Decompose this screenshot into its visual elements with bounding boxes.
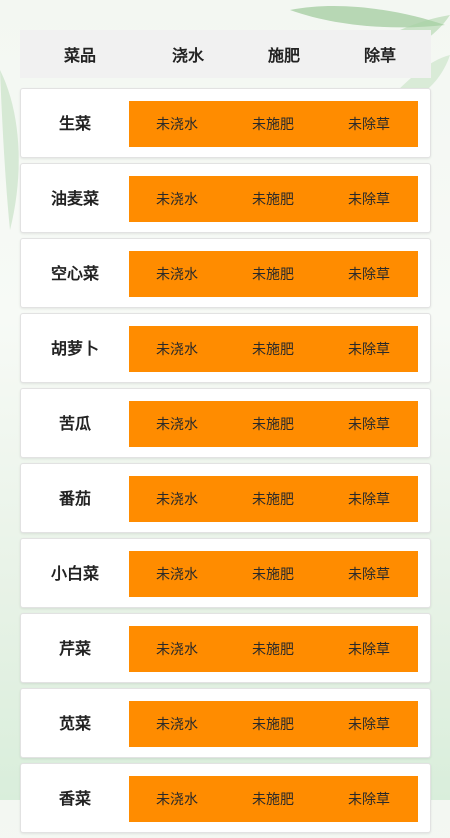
vegetable-name: 胡萝卜 [50, 339, 99, 358]
status-bar: 未浇水 未施肥 未除草 [129, 776, 418, 822]
fertilize-status[interactable]: 未施肥 [225, 489, 321, 509]
water-status[interactable]: 未浇水 [129, 639, 225, 659]
vegetable-name: 芹菜 [58, 639, 91, 658]
vegetable-name: 空心菜 [50, 264, 99, 283]
weed-status[interactable]: 未除草 [321, 114, 417, 134]
weed-status[interactable]: 未除草 [321, 414, 417, 434]
status-bar: 未浇水 未施肥 未除草 [129, 626, 418, 672]
header-water: 浇水 [171, 46, 204, 65]
vegetable-list: 生菜 未浇水 未施肥 未除草 油麦菜 未浇水 未施肥 未除草 空心菜 未浇水 未施肥 未除草 胡萝卜 未浇… [20, 88, 431, 838]
status-bar: 未浇水 未施肥 未除草 [129, 701, 418, 747]
water-status[interactable]: 未浇水 [129, 339, 225, 359]
fertilize-status[interactable]: 未施肥 [225, 714, 321, 734]
water-status[interactable]: 未浇水 [129, 714, 225, 734]
table-row[interactable]: 空心菜 未浇水 未施肥 未除草 [20, 238, 431, 308]
vegetable-name: 生菜 [58, 114, 91, 133]
vegetable-name: 苦瓜 [58, 414, 91, 433]
table-row[interactable]: 油麦菜 未浇水 未施肥 未除草 [20, 163, 431, 233]
weed-status[interactable]: 未除草 [321, 789, 417, 809]
header-vegetable: 菜品 [63, 46, 96, 65]
status-bar: 未浇水 未施肥 未除草 [129, 101, 418, 147]
water-status[interactable]: 未浇水 [129, 489, 225, 509]
table-row[interactable]: 苋菜 未浇水 未施肥 未除草 [20, 688, 431, 758]
table-row[interactable]: 胡萝卜 未浇水 未施肥 未除草 [20, 313, 431, 383]
vegetable-name: 番茄 [58, 489, 91, 508]
table-row[interactable]: 芹菜 未浇水 未施肥 未除草 [20, 613, 431, 683]
weed-status[interactable]: 未除草 [321, 714, 417, 734]
weed-status[interactable]: 未除草 [321, 639, 417, 659]
vegetable-name: 苋菜 [58, 714, 91, 733]
fertilize-status[interactable]: 未施肥 [225, 564, 321, 584]
status-bar: 未浇水 未施肥 未除草 [129, 476, 418, 522]
water-status[interactable]: 未浇水 [129, 114, 225, 134]
fertilize-status[interactable]: 未施肥 [225, 114, 321, 134]
table-row[interactable]: 小白菜 未浇水 未施肥 未除草 [20, 538, 431, 608]
weed-status[interactable]: 未除草 [321, 264, 417, 284]
fertilize-status[interactable]: 未施肥 [225, 639, 321, 659]
vegetable-name: 香菜 [58, 789, 91, 808]
water-status[interactable]: 未浇水 [129, 264, 225, 284]
water-status[interactable]: 未浇水 [129, 789, 225, 809]
table-row[interactable]: 番茄 未浇水 未施肥 未除草 [20, 463, 431, 533]
vegetable-name: 小白菜 [50, 564, 99, 583]
water-status[interactable]: 未浇水 [129, 189, 225, 209]
table-row[interactable]: 生菜 未浇水 未施肥 未除草 [20, 88, 431, 158]
header-fertilize: 施肥 [267, 46, 300, 65]
fertilize-status[interactable]: 未施肥 [225, 264, 321, 284]
status-bar: 未浇水 未施肥 未除草 [129, 401, 418, 447]
fertilize-status[interactable]: 未施肥 [225, 189, 321, 209]
status-bar: 未浇水 未施肥 未除草 [129, 176, 418, 222]
weed-status[interactable]: 未除草 [321, 489, 417, 509]
fertilize-status[interactable]: 未施肥 [225, 339, 321, 359]
table-row[interactable]: 香菜 未浇水 未施肥 未除草 [20, 763, 431, 833]
table-header: 菜品 浇水 施肥 除草 [20, 30, 431, 78]
fertilize-status[interactable]: 未施肥 [225, 414, 321, 434]
status-bar: 未浇水 未施肥 未除草 [129, 326, 418, 372]
status-bar: 未浇水 未施肥 未除草 [129, 551, 418, 597]
weed-status[interactable]: 未除草 [321, 564, 417, 584]
fertilize-status[interactable]: 未施肥 [225, 789, 321, 809]
weed-status[interactable]: 未除草 [321, 189, 417, 209]
water-status[interactable]: 未浇水 [129, 414, 225, 434]
vegetable-name: 油麦菜 [50, 189, 99, 208]
weed-status[interactable]: 未除草 [321, 339, 417, 359]
water-status[interactable]: 未浇水 [129, 564, 225, 584]
table-row[interactable]: 苦瓜 未浇水 未施肥 未除草 [20, 388, 431, 458]
status-bar: 未浇水 未施肥 未除草 [129, 251, 418, 297]
header-weed: 除草 [363, 46, 396, 65]
